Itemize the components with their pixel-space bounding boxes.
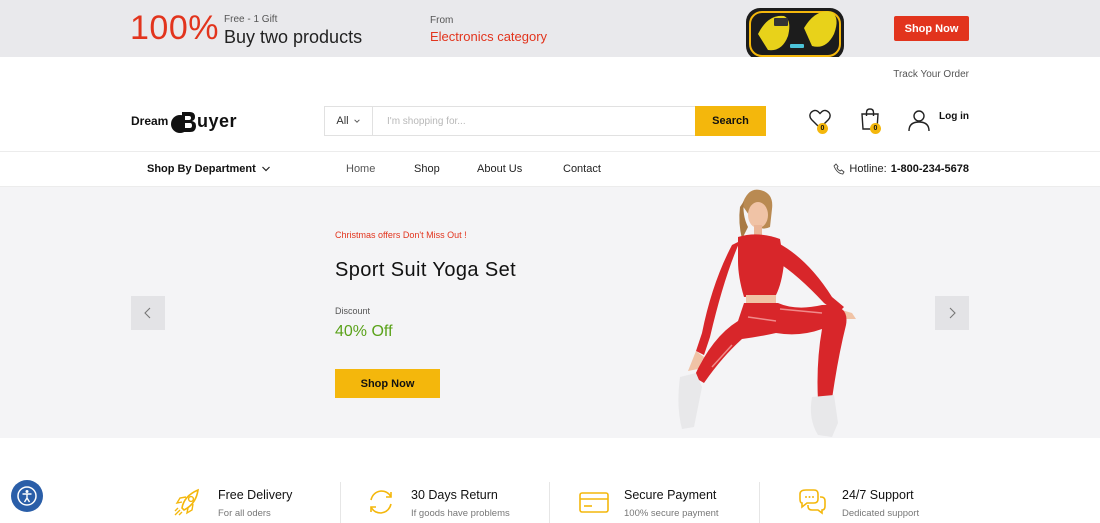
chevron-down-icon — [353, 119, 360, 123]
shop-by-department-menu[interactable]: Shop By Department — [147, 163, 271, 175]
chevron-right-icon — [949, 307, 956, 319]
rocket-icon — [174, 488, 199, 516]
logo-text-part1: Dream — [131, 114, 169, 128]
chevron-left-icon — [144, 307, 151, 319]
feature-title: Secure Payment — [624, 488, 717, 502]
promo-gift-small: Free - 1 Gift — [224, 14, 278, 25]
promo-banner: 100% Free - 1 Gift Buy two products From… — [0, 0, 1100, 57]
cart-count-badge: 0 — [870, 123, 881, 134]
hero-tagline: Christmas offers Don't Miss Out ! — [335, 230, 467, 240]
accessibility-icon — [17, 486, 37, 506]
search-button[interactable]: Search — [695, 106, 766, 136]
accessibility-button[interactable] — [11, 480, 43, 512]
main-navbar: Shop By Department Home Shop About Us Co… — [0, 151, 1100, 187]
yoga-model-image — [678, 189, 856, 437]
login-link[interactable]: Log in — [939, 111, 969, 122]
slider-next-button[interactable] — [935, 296, 969, 330]
feature-subtitle: If goods have problems — [411, 508, 510, 519]
promo-gift-big: Buy two products — [224, 27, 363, 47]
department-label: Shop By Department — [147, 163, 256, 175]
feature-subtitle: 100% secure payment — [624, 508, 719, 519]
search-bar: All Search — [324, 106, 766, 136]
wishlist-count-badge: 0 — [817, 123, 828, 134]
nav-home[interactable]: Home — [346, 163, 375, 175]
credit-card-icon — [579, 492, 609, 513]
hero-discount-value: 40% Off — [335, 323, 393, 340]
nav-contact[interactable]: Contact — [563, 163, 601, 175]
search-category-select[interactable]: All — [325, 107, 373, 135]
promo-percent: 100% — [130, 9, 219, 47]
site-logo[interactable]: Dream uyer — [131, 106, 251, 136]
hotline-number[interactable]: 1-800-234-5678 — [891, 163, 969, 175]
return-icon — [370, 490, 392, 514]
user-icon[interactable] — [907, 108, 931, 132]
phone-icon — [833, 163, 845, 175]
search-input[interactable] — [373, 107, 695, 135]
feature-title: Free Delivery — [218, 488, 293, 502]
track-order-link[interactable]: Track Your Order — [893, 69, 969, 80]
logo-badge-icon — [171, 112, 196, 133]
logo-text-part2: uyer — [197, 111, 238, 131]
feature-subtitle: Dedicated support — [842, 508, 920, 519]
feature-title: 30 Days Return — [411, 488, 498, 502]
feature-divider — [759, 482, 760, 523]
hero-discount-label: Discount — [335, 306, 371, 316]
nav-shop[interactable]: Shop — [414, 163, 440, 175]
hotline: Hotline: 1-800-234-5678 — [833, 163, 969, 175]
hero-title: Sport Suit Yoga Set — [335, 259, 517, 281]
hero-shop-button[interactable]: Shop Now — [335, 369, 440, 398]
chat-icon — [799, 489, 826, 515]
promo-from-small: From — [430, 15, 454, 26]
feature-divider — [340, 482, 341, 523]
nav-about-us[interactable]: About Us — [477, 163, 522, 175]
promo-shop-button[interactable]: Shop Now — [894, 16, 969, 41]
feature-subtitle: For all oders — [218, 508, 271, 519]
feature-divider — [549, 482, 550, 523]
chevron-down-icon — [261, 166, 270, 172]
hero-slider: Christmas offers Don't Miss Out ! Sport … — [0, 187, 1100, 438]
search-category-label: All — [336, 115, 349, 127]
hotline-label: Hotline: — [849, 163, 887, 175]
earbuds-image — [746, 8, 844, 57]
feature-title: 24/7 Support — [842, 488, 914, 502]
slider-prev-button[interactable] — [131, 296, 165, 330]
promo-from-big: Electronics category — [430, 29, 548, 44]
